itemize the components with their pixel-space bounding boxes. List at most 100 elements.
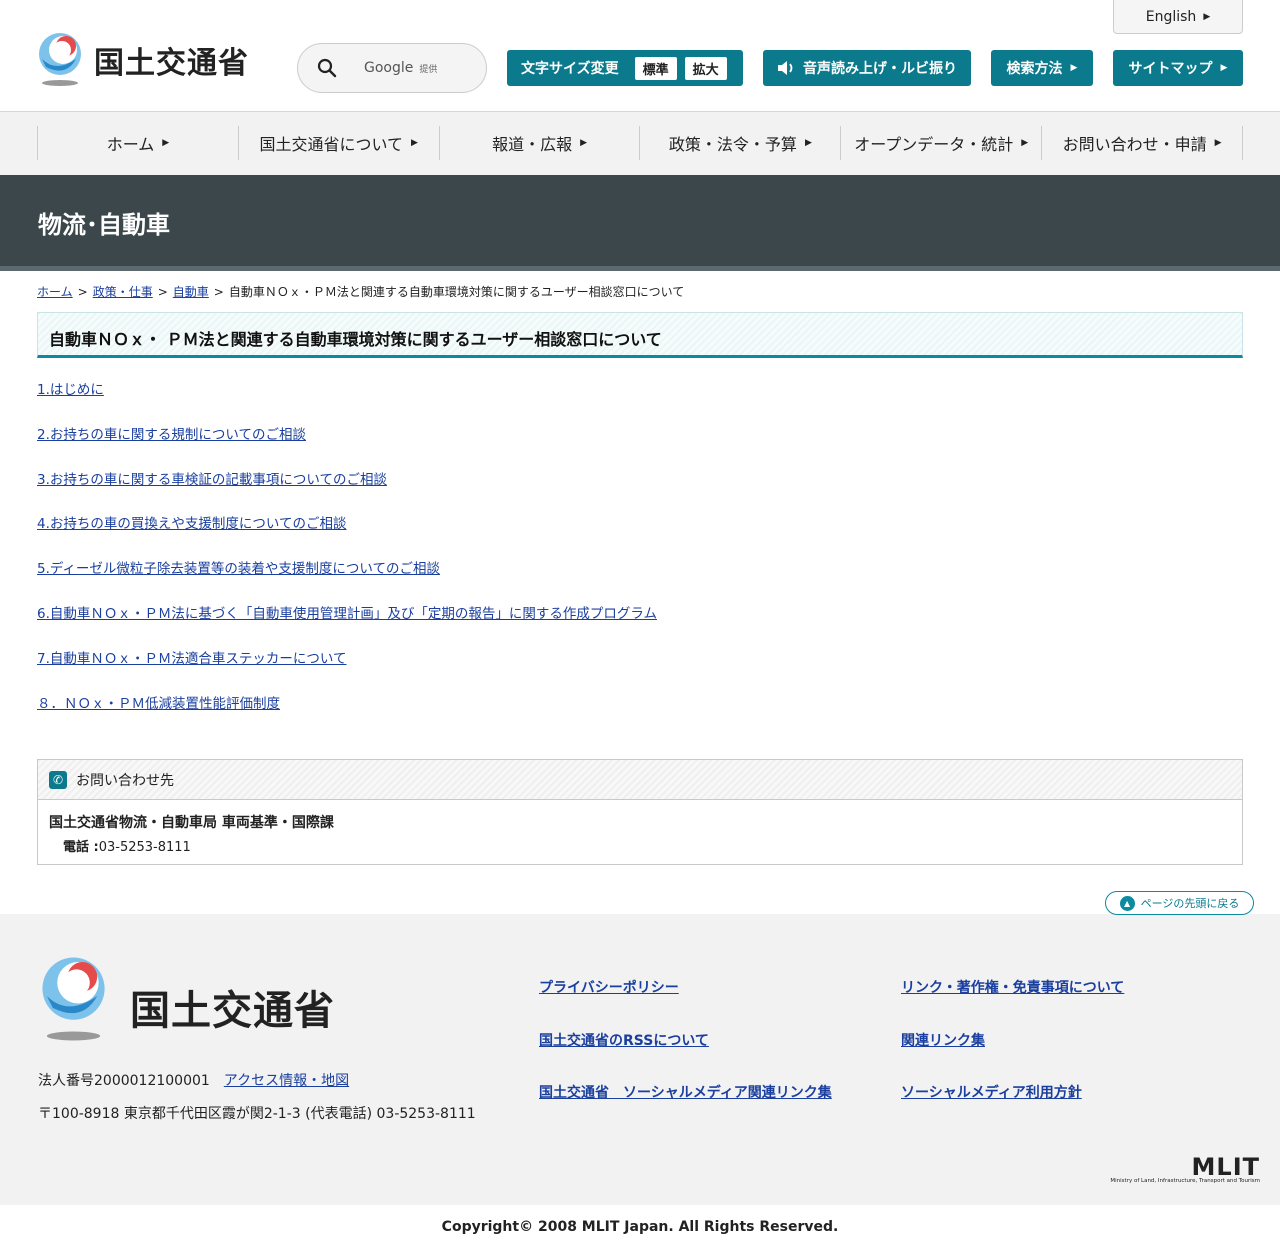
site-header: 国土交通省 English ▶ Google 提供 文字サイズ変更 標準 拡大 … [0, 0, 1280, 112]
nav-item-label: お問い合わせ・申請 [1062, 135, 1207, 154]
nav-item-press[interactable]: 報道・広報 ▶ [440, 126, 641, 160]
nav-item-label: 国土交通省について [259, 135, 404, 154]
nav-item-label: 政策・法令・予算 [668, 135, 797, 154]
corp-number: 法人番号2000012100001 [38, 1073, 210, 1089]
mlit-logo-mark-icon [39, 33, 81, 86]
section-band: 物流･自動車 [0, 175, 1280, 271]
social-media-links-link[interactable]: 国土交通省 ソーシャルメディア関連リンク集 [539, 1082, 832, 1102]
contact-org: 国土交通省物流・自動車局 車両基準・国際課 [49, 815, 334, 831]
triangle-right-icon: ▶ [804, 138, 812, 148]
topic-link-7[interactable]: 7.自動車ＮＯｘ・ＰＭ法適合車ステッカーについて [37, 651, 346, 667]
mlit-logo-text: MLIT [1191, 1153, 1260, 1181]
search-method-label: 検索方法 [1006, 61, 1063, 77]
list-item: 4.お持ちの車の買換えや支援制度についてのご相談 [37, 512, 657, 557]
search-box[interactable]: Google 提供 [297, 43, 487, 93]
sitemap-button[interactable]: サイトマップ ▶ [1113, 50, 1243, 86]
breadcrumb-current: 自動車ＮＯｘ・ＰＭ法と関連する自動車環境対策に関するユーザー相談窓口について [228, 285, 685, 299]
triangle-right-icon: ▶ [1220, 63, 1228, 73]
nav-item-opendata[interactable]: オープンデータ・統計 ▶ [841, 126, 1043, 160]
privacy-policy-link[interactable]: プライバシーポリシー [539, 977, 679, 997]
triangle-right-icon: ▶ [580, 138, 588, 148]
breadcrumb: ホーム > 政策・仕事 > 自動車 > 自動車ＮＯｘ・ＰＭ法と関連する自動車環境対策に関する… [37, 283, 684, 300]
mlit-logo: MLIT Ministry of Land, Infrastructure, T… [1100, 1153, 1260, 1184]
nav-item-label: 報道・広報 [492, 135, 573, 154]
related-links-link[interactable]: 関連リンク集 [901, 1030, 985, 1050]
triangle-right-icon: ▶ [411, 138, 418, 148]
triangle-right-icon: ▶ [1203, 11, 1211, 22]
page-top-button[interactable]: ▲ ページの先頭に戻る [1105, 891, 1254, 915]
search-sub-label: 提供 [419, 64, 438, 75]
nav-item-about[interactable]: 国土交通省について ▶ [239, 126, 440, 160]
section-title: 物流･自動車 [38, 211, 170, 239]
site-logo[interactable]: 国土交通省 [36, 33, 249, 87]
search-google-label: Google [364, 60, 414, 76]
text-size-large-button[interactable]: 拡大 [684, 56, 727, 80]
page-title-box: 自動車ＮＯｘ・ ＰＭ法と関連する自動車環境対策に関するユーザー相談窓口について [37, 312, 1243, 358]
text-size-label: 文字サイズ変更 [521, 61, 619, 77]
speaker-icon [778, 61, 793, 75]
global-nav: ホーム ▶ 国土交通省について ▶ 報道・広報 ▶ 政策・法令・予算 ▶ オープンデータ… [0, 112, 1280, 175]
list-item: 2.お持ちの車に関する規制についてのご相談 [37, 423, 657, 468]
english-label: English [1145, 8, 1197, 25]
access-map-link[interactable]: アクセス情報・地図 [224, 1073, 349, 1089]
mlit-logo-subtext: Ministry of Land, Infrastructure, Transp… [1110, 1178, 1260, 1184]
list-item: 3.お持ちの車に関する車検証の記載事項についてのご相談 [37, 468, 657, 513]
list-item: ８．ＮＯｘ・ＰＭ低減装置性能評価制度 [37, 692, 657, 737]
topic-link-8[interactable]: ８．ＮＯｘ・ＰＭ低減装置性能評価制度 [37, 696, 280, 712]
read-aloud-button[interactable]: 音声読み上げ・ルビ振り [763, 50, 971, 86]
topic-link-3[interactable]: 3.お持ちの車に関する車検証の記載事項についてのご相談 [37, 472, 387, 488]
list-item: 5.ディーゼル微粒子除去装置等の装着や支援制度についてのご相談 [37, 557, 657, 602]
site-footer: 国土交通省 法人番号2000012100001 アクセス情報・地図 〒100-89… [0, 914, 1280, 1205]
breadcrumb-separator: > [213, 285, 224, 299]
triangle-right-icon: ▶ [162, 138, 170, 148]
breadcrumb-car[interactable]: 自動車 [173, 285, 209, 299]
triangle-right-icon: ▶ [1214, 138, 1222, 148]
breadcrumb-home[interactable]: ホーム [37, 285, 73, 299]
contact-heading: お問い合わせ先 [76, 772, 174, 789]
mlit-logo-mark-icon [42, 957, 105, 1041]
footer-address: 〒100-8918 東京都千代田区霞が関2-1-3 (代表電話) 03-5253… [38, 1106, 476, 1122]
topic-link-list: 1.はじめに 2.お持ちの車に関する規制についてのご相談 3.お持ちの車に関する… [37, 378, 657, 736]
search-icon [317, 58, 337, 78]
rss-link[interactable]: 国土交通省のRSSについて [539, 1030, 709, 1050]
nav-item-label: オープンデータ・統計 [854, 135, 1014, 154]
logo-text: 国土交通省 [94, 46, 249, 81]
page-top-label: ページの先頭に戻る [1140, 897, 1240, 910]
triangle-right-icon: ▶ [1070, 63, 1078, 73]
contact-tel: 電話 :03-5253-8111 [63, 836, 191, 855]
topic-link-5[interactable]: 5.ディーゼル微粒子除去装置等の装着や支援制度についてのご相談 [37, 561, 440, 577]
breadcrumb-separator: > [157, 285, 168, 299]
contact-tel-label: 電話 : [63, 840, 99, 855]
triangle-right-icon: ▶ [1021, 138, 1029, 148]
contact-box: ✆ お問い合わせ先 国土交通省物流・自動車局 車両基準・国際課 電話 :03-5… [37, 759, 1243, 865]
page-title: 自動車ＮＯｘ・ ＰＭ法と関連する自動車環境対策に関するユーザー相談窓口について [49, 330, 662, 349]
topic-link-1[interactable]: 1.はじめに [37, 382, 104, 398]
contact-header: ✆ お問い合わせ先 [38, 760, 1242, 800]
nav-item-home[interactable]: ホーム ▶ [38, 126, 239, 160]
read-aloud-label: 音声読み上げ・ルビ振り [803, 61, 957, 77]
footer-logo-text: 国土交通省 [130, 988, 335, 1034]
list-item: 1.はじめに [37, 378, 657, 423]
nav-item-policy[interactable]: 政策・法令・予算 ▶ [640, 126, 842, 160]
phone-icon: ✆ [49, 770, 67, 789]
topic-link-6[interactable]: 6.自動車ＮＯｘ・ＰＭ法に基づく「自動車使用管理計画」及び「定期の報告」に関する… [37, 606, 657, 622]
copyright: Copyright© 2008 MLIT Japan. All Rights R… [0, 1205, 1280, 1256]
arrow-up-icon: ▲ [1119, 895, 1135, 911]
topic-link-4[interactable]: 4.お持ちの車の買換えや支援制度についてのご相談 [37, 516, 346, 532]
list-item: 7.自動車ＮＯｘ・ＰＭ法適合車ステッカーについて [37, 647, 657, 692]
breadcrumb-policy[interactable]: 政策・仕事 [93, 285, 153, 299]
sitemap-label: サイトマップ [1128, 61, 1213, 77]
topic-link-2[interactable]: 2.お持ちの車に関する規制についてのご相談 [37, 427, 306, 443]
nav-item-contact[interactable]: お問い合わせ・申請 ▶ [1042, 126, 1243, 160]
text-size-standard-button[interactable]: 標準 [634, 56, 677, 80]
contact-tel-number: 03-5253-8111 [98, 840, 191, 855]
footer-logo[interactable]: 国土交通省 [38, 956, 335, 1042]
nav-item-label: ホーム [106, 135, 155, 154]
copyright-link[interactable]: リンク・著作権・免責事項について [901, 977, 1124, 997]
list-item: 6.自動車ＮＯｘ・ＰＭ法に基づく「自動車使用管理計画」及び「定期の報告」に関する… [37, 602, 657, 647]
english-button[interactable]: English ▶ [1113, 0, 1243, 34]
text-size-control: 文字サイズ変更 標準 拡大 [507, 50, 743, 86]
search-method-button[interactable]: 検索方法 ▶ [991, 50, 1093, 86]
breadcrumb-separator: > [77, 285, 88, 299]
social-media-policy-link[interactable]: ソーシャルメディア利用方針 [901, 1082, 1082, 1102]
